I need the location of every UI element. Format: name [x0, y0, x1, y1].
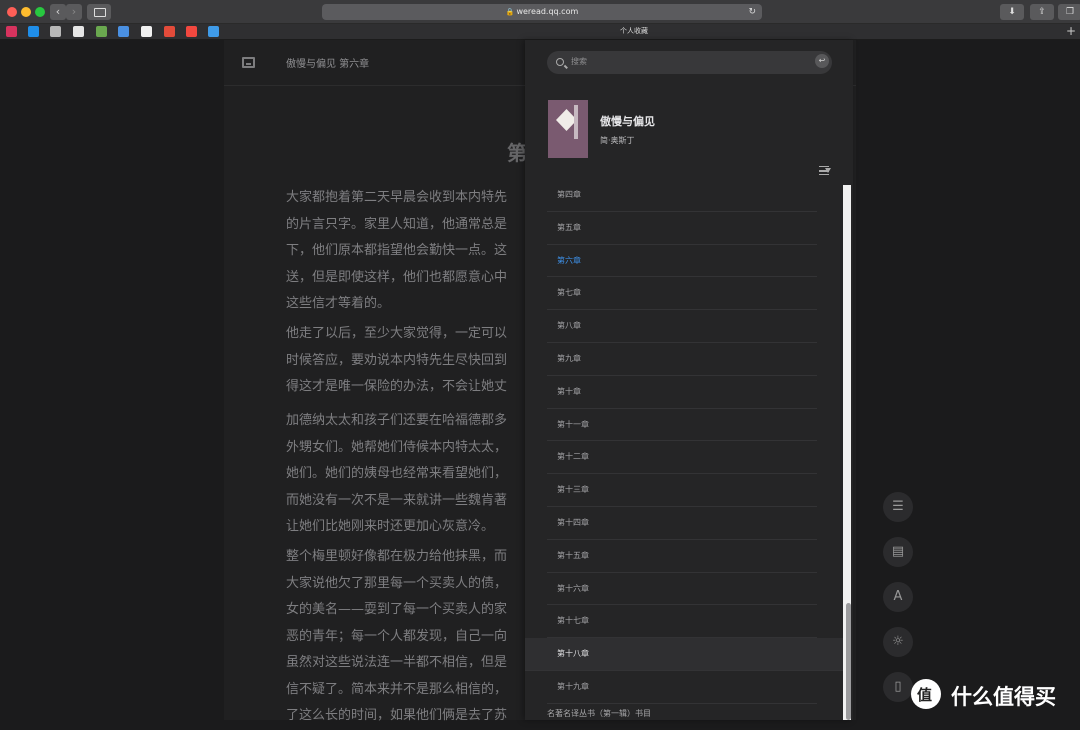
- watermark-logo-icon: [911, 679, 941, 709]
- text-line: 她们。她们的姨母也经常来看望她们，: [286, 466, 508, 481]
- text-line: 让她们比她刚来时还更加心灰意冷。: [286, 519, 495, 534]
- bookmark-icon[interactable]: [96, 26, 107, 37]
- chapter-item[interactable]: 第十七章: [547, 605, 817, 639]
- chapter-item[interactable]: 第七章: [547, 277, 817, 311]
- paragraph: 加德纳太太和孩子们还要在哈福德郡多 外甥女们。她帮她们侍候本内特太太， 她们。她…: [286, 408, 566, 541]
- chapter-list: 第四章 第五章 第六章 第七章 第八章 第九章 第十章 第十一章 第十二章 第十…: [525, 179, 845, 709]
- text-line: 恶的青年；每一个人都发现，自己一向: [286, 628, 508, 644]
- paragraph: 他走了以后，至少大家觉得，一定可以 时候答应，要劝说本内特先生尽快回到 得这才是…: [286, 321, 566, 401]
- chapter-item[interactable]: 第十九章: [547, 671, 817, 704]
- chapter-item[interactable]: 第十章: [547, 376, 817, 409]
- address-bar[interactable]: 🔒 weread.qq.com ↻: [322, 4, 762, 20]
- text-line: 送，但是即使这样，他们也都愿意心中: [286, 269, 508, 285]
- collection-link[interactable]: 名著名译丛书（第一辑）书目: [547, 708, 651, 719]
- lock-icon: 🔒: [505, 8, 515, 16]
- catalog-panel: 搜索 ↩ 傲慢与偏见 简·奥斯丁 第四章 第五章 第六章 第七章 第八章 第九章…: [525, 40, 853, 720]
- scrollbar-thumb[interactable]: [846, 603, 851, 720]
- browser-toolbar: ‹ › 🔒 weread.qq.com ↻ ⬇ ⇪ ❐: [0, 0, 1080, 24]
- favorites-title[interactable]: 个人收藏: [620, 26, 648, 36]
- chapter-item[interactable]: 第十二章: [547, 441, 817, 475]
- text-line: 的片言只字。家里人知道，他通常总是: [286, 216, 508, 232]
- bookmark-icon[interactable]: [208, 26, 219, 37]
- chapter-item-hover[interactable]: 第十八章: [525, 638, 845, 671]
- book-cover[interactable]: [548, 100, 588, 158]
- sidebar-toggle-button[interactable]: [87, 4, 111, 20]
- text-line: 得这才是唯一保险的办法，不会让她丈: [286, 379, 508, 394]
- book-title[interactable]: 傲慢与偏见: [600, 113, 655, 129]
- minimize-window-button[interactable]: [21, 7, 31, 17]
- bookmark-icon[interactable]: [118, 26, 129, 37]
- chapter-item-current[interactable]: 第六章: [547, 245, 817, 278]
- text-line: 外甥女们。她帮她们侍候本内特太太，: [286, 439, 508, 455]
- chapter-item[interactable]: 第十四章: [547, 507, 817, 540]
- chapter-item[interactable]: 第十三章: [547, 474, 817, 507]
- close-window-button[interactable]: [7, 7, 17, 17]
- reader-title: 傲慢与偏见 第六章: [286, 59, 370, 70]
- text-line: 信不疑了。简本来并不是那么相信的，: [286, 681, 508, 697]
- bookmark-icon[interactable]: [186, 26, 197, 37]
- text-line: 女的美名——耍到了每一个买卖人的家: [286, 602, 508, 617]
- reload-icon[interactable]: ↻: [748, 4, 756, 20]
- list-icon[interactable]: ☰: [883, 492, 913, 522]
- zoom-window-button[interactable]: [35, 7, 45, 17]
- favorites-bar: 个人收藏 +: [0, 24, 1080, 40]
- text-line: 大家都抱着第二天早晨会收到本内特先: [286, 190, 508, 205]
- bookmark-icon[interactable]: [50, 26, 61, 37]
- plus-icon[interactable]: +: [1066, 24, 1076, 38]
- text-line: 大家说他欠了那里每一个买卖人的债，: [286, 575, 508, 591]
- font-icon[interactable]: A: [883, 582, 913, 612]
- text-line: 这些信才等着的。: [286, 296, 391, 311]
- paragraph: 整个梅里顿好像都在极力给他抹黑，而 大家说他欠了那里每一个买卖人的债， 女的美名…: [286, 544, 566, 730]
- text-line: 了这么长的时间，如果他们俩是去了苏: [286, 708, 508, 723]
- text-line: 虽然对这些说法连一半都不相信，但是: [286, 655, 508, 670]
- text-line: 下，他们原本都指望他会勤快一点。这: [286, 243, 508, 258]
- tab-overview-button[interactable]: ❐: [1058, 4, 1080, 20]
- catalog-menu-icon[interactable]: [242, 57, 255, 68]
- book-author: 简·奥斯丁: [600, 136, 635, 145]
- bookmark-icon[interactable]: [6, 26, 17, 37]
- chapter-item[interactable]: 第八章: [547, 310, 817, 343]
- phone-icon[interactable]: ▯: [883, 672, 913, 702]
- search-input[interactable]: 搜索: [571, 56, 587, 67]
- watermark-text: 什么值得买: [951, 685, 1056, 709]
- text-line: 他走了以后，至少大家觉得，一定可以: [286, 326, 508, 341]
- sort-icon[interactable]: [819, 166, 831, 175]
- search-box[interactable]: 搜索 ↩: [547, 51, 832, 74]
- chapter-item[interactable]: 第十一章: [547, 409, 817, 442]
- back-button[interactable]: ‹: [50, 4, 66, 20]
- text-line: 而她没有一次不是一来就讲一些魏肯著: [286, 492, 508, 508]
- chapter-item[interactable]: 第十五章: [547, 540, 817, 573]
- share-button[interactable]: ⇪: [1030, 4, 1054, 20]
- chapter-item[interactable]: 第十六章: [547, 573, 817, 606]
- chapter-item[interactable]: 第五章: [547, 212, 817, 245]
- search-icon: [556, 58, 564, 66]
- chapter-heading: 第: [507, 141, 527, 165]
- paragraph: 大家都抱着第二天早晨会收到本内特先 的片言只字。家里人知道，他通常总是 下，他们…: [286, 185, 566, 318]
- url-text: weread.qq.com: [516, 7, 579, 16]
- forward-button[interactable]: ›: [66, 4, 82, 20]
- bookmark-icon[interactable]: [141, 26, 152, 37]
- bookmark-icon[interactable]: [28, 26, 39, 37]
- return-icon[interactable]: ↩: [815, 54, 829, 68]
- brightness-icon[interactable]: ☼: [883, 627, 913, 657]
- comment-icon[interactable]: ▤: [883, 537, 913, 567]
- text-line: 加德纳太太和孩子们还要在哈福德郡多: [286, 413, 508, 428]
- bookmark-icon[interactable]: [164, 26, 175, 37]
- bookmark-icon[interactable]: [73, 26, 84, 37]
- chapter-item[interactable]: 第四章: [547, 179, 817, 212]
- downloads-button[interactable]: ⬇: [1000, 4, 1024, 20]
- text-line: 时候答应，要劝说本内特先生尽快回到: [286, 352, 508, 368]
- chapter-item[interactable]: 第九章: [547, 343, 817, 376]
- text-line: 整个梅里顿好像都在极力给他抹黑，而: [286, 549, 508, 564]
